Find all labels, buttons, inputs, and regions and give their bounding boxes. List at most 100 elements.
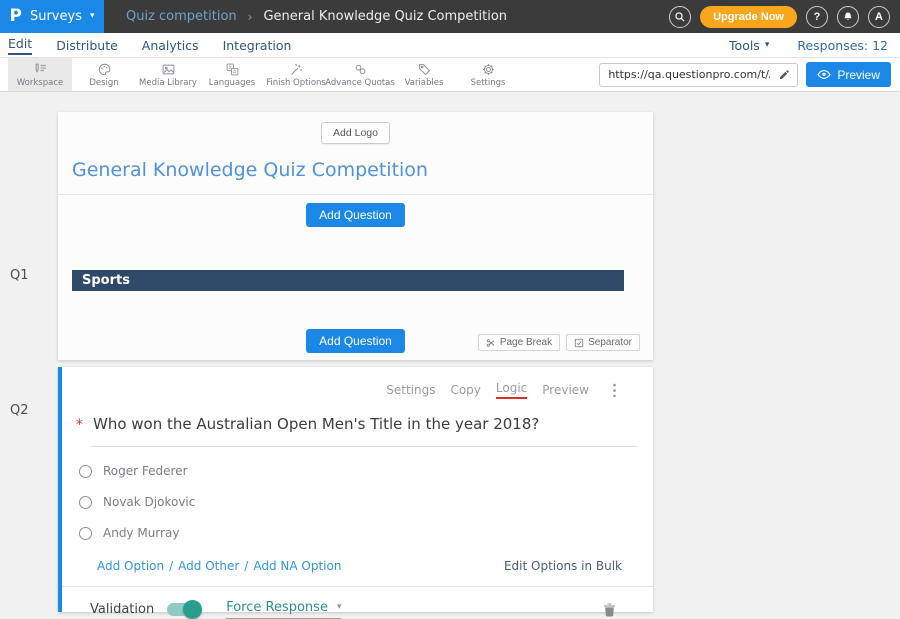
answer-option-row[interactable]: Roger Federer <box>79 464 653 478</box>
validation-toggle[interactable] <box>167 603 199 616</box>
toolbar-item-label: Variables <box>405 78 444 88</box>
tab-integration[interactable]: Integration <box>223 38 292 53</box>
validation-row: Validation Force Response ▾ <box>90 600 638 619</box>
divider <box>62 586 653 587</box>
add-option-link[interactable]: Add Option <box>97 559 164 573</box>
survey-title[interactable]: General Knowledge Quiz Competition <box>72 159 653 181</box>
toolbar-item-advance-quotas[interactable]: Advance Quotas <box>328 58 392 91</box>
toolbar-item-variables[interactable]: Variables <box>392 58 456 91</box>
radio-button-icon[interactable] <box>79 527 92 540</box>
surveys-product-menu[interactable]: P Surveys ▾ <box>0 0 104 33</box>
vertical-ellipsis-icon <box>612 383 617 398</box>
toolbar-item-design[interactable]: Design <box>72 58 136 91</box>
question-text-underline <box>90 446 638 447</box>
eye-icon <box>817 69 831 80</box>
caret-down-icon: ▾ <box>90 12 95 21</box>
image-icon <box>161 62 176 77</box>
pencil-icon <box>778 68 791 81</box>
add-logo-row: Add Logo <box>58 112 653 144</box>
magic-wand-icon <box>289 62 304 77</box>
help-button[interactable]: ? <box>806 6 828 28</box>
answer-option-label[interactable]: Roger Federer <box>103 464 188 478</box>
tools-menu[interactable]: Tools ▾ <box>729 38 769 53</box>
questionpro-survey-editor: P Surveys ▾ Quiz competition › General K… <box>0 0 900 619</box>
breadcrumb-current-survey: General Knowledge Quiz Competition <box>263 9 507 24</box>
page-break-button[interactable]: Page Break <box>478 334 560 351</box>
add-logo-button[interactable]: Add Logo <box>321 122 390 144</box>
checkbox-checked-icon <box>574 338 584 348</box>
gear-icon <box>481 62 496 77</box>
add-other-link[interactable]: Add Other <box>178 559 239 573</box>
add-question-row-top: Add Question <box>58 195 653 227</box>
separator-button[interactable]: Separator <box>566 334 640 351</box>
scissors-icon <box>486 338 496 348</box>
radio-button-icon[interactable] <box>79 496 92 509</box>
survey-url-group <box>599 63 798 87</box>
tab-analytics[interactable]: Analytics <box>142 38 199 53</box>
workspace-icon <box>33 62 48 77</box>
question-text-row: * Who won the Australian Open Men's Titl… <box>76 415 638 433</box>
validation-label: Validation <box>90 602 154 617</box>
subnav-right: Tools ▾ Responses: 12 <box>729 38 900 53</box>
palette-icon <box>97 62 112 77</box>
validation-type-dropdown[interactable]: Force Response ▾ <box>226 600 341 619</box>
answer-option-label[interactable]: Andy Murray <box>103 526 179 540</box>
toolbar-item-languages[interactable]: xA Languages <box>200 58 264 91</box>
search-button[interactable] <box>669 6 691 28</box>
toolbar-item-workspace[interactable]: Workspace <box>8 58 72 91</box>
notifications-button[interactable] <box>837 6 859 28</box>
link-separator: / <box>244 559 248 573</box>
breadcrumb: Quiz competition › General Knowledge Qui… <box>126 9 507 24</box>
edit-options-in-bulk-link[interactable]: Edit Options in Bulk <box>504 559 622 573</box>
question-number-q2: Q2 <box>10 403 29 418</box>
answer-option-row[interactable]: Andy Murray <box>79 526 653 540</box>
option-actions-row: Add Option / Add Other / Add NA Option E… <box>97 559 622 573</box>
toolbar-item-media-library[interactable]: Media Library <box>136 58 200 91</box>
top-bar: P Surveys ▾ Quiz competition › General K… <box>0 0 900 33</box>
toolbar-item-label: Advance Quotas <box>325 78 395 88</box>
chain-links-icon <box>353 62 368 77</box>
preview-button[interactable]: Preview <box>806 62 891 87</box>
upgrade-now-button[interactable]: Upgrade Now <box>700 6 797 28</box>
page-break-label: Page Break <box>500 337 552 348</box>
question-text[interactable]: Who won the Australian Open Men's Title … <box>93 415 539 433</box>
link-separator: / <box>169 559 173 573</box>
trash-icon <box>603 602 616 617</box>
question-copy-link[interactable]: Copy <box>450 383 480 397</box>
survey-header-card: Add Logo General Knowledge Quiz Competit… <box>58 112 653 360</box>
responses-count[interactable]: Responses: 12 <box>797 38 888 53</box>
question-logic-link[interactable]: Logic <box>496 381 527 399</box>
toolbar-item-label: Workspace <box>17 78 63 88</box>
toolbar-item-finish-options[interactable]: Finish Options <box>264 58 328 91</box>
delete-question-button[interactable] <box>603 602 616 617</box>
insert-controls: Page Break Separator <box>478 334 640 351</box>
toolbar-item-label: Finish Options <box>266 78 326 88</box>
preview-label: Preview <box>837 68 880 82</box>
question-preview-link[interactable]: Preview <box>542 383 589 397</box>
survey-url-input[interactable] <box>600 68 772 81</box>
toolbar-item-label: Design <box>89 78 118 88</box>
survey-section-nav: Edit Distribute Analytics Integration To… <box>0 33 900 58</box>
radio-button-icon[interactable] <box>79 465 92 478</box>
question-more-menu[interactable] <box>612 383 617 398</box>
avatar[interactable]: A <box>868 6 890 28</box>
questionpro-logo: P <box>10 8 22 25</box>
separator-label: Separator <box>588 337 632 348</box>
answer-option-row[interactable]: Novak Djokovic <box>79 495 653 509</box>
edit-url-button[interactable] <box>772 64 797 86</box>
caret-down-icon: ▾ <box>765 41 770 50</box>
question-settings-link[interactable]: Settings <box>386 383 435 397</box>
breadcrumb-folder[interactable]: Quiz competition <box>126 9 237 24</box>
validation-type-value: Force Response <box>226 600 328 615</box>
add-question-button[interactable]: Add Question <box>306 203 405 227</box>
toolbar-item-label: Settings <box>471 78 506 88</box>
toolbar-item-settings[interactable]: Settings <box>456 58 520 91</box>
tab-distribute[interactable]: Distribute <box>56 38 118 53</box>
toggle-knob-icon <box>183 600 202 619</box>
tab-edit[interactable]: Edit <box>8 36 32 55</box>
answer-option-label[interactable]: Novak Djokovic <box>103 495 195 509</box>
add-question-button[interactable]: Add Question <box>306 329 405 353</box>
question-block-q1[interactable]: Sports <box>72 270 624 291</box>
add-na-option-link[interactable]: Add NA Option <box>253 559 341 573</box>
tag-icon <box>417 62 432 77</box>
